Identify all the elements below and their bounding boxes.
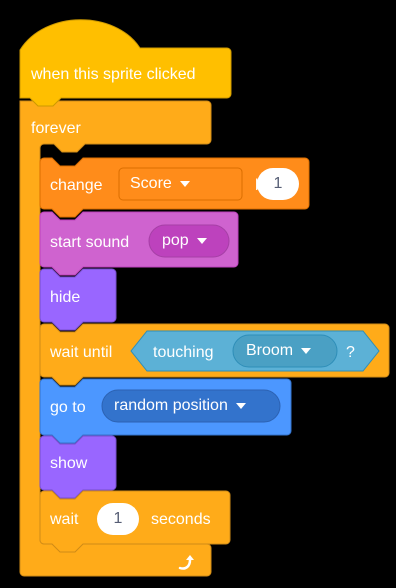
- dropdown-caret-icon: [179, 181, 190, 187]
- start-sound-label: start sound: [50, 234, 130, 251]
- wait-seconds-input[interactable]: 1: [97, 503, 139, 535]
- dropdown-caret-icon: [301, 348, 312, 354]
- hat-click-target[interactable]: [20, 20, 231, 98]
- show-label: show: [50, 455, 88, 472]
- change-amount-input[interactable]: 1: [257, 168, 299, 200]
- forever-label: forever: [31, 120, 81, 137]
- touching-target-dropdown[interactable]: Broom: [246, 335, 312, 367]
- go-to-target-value: random position: [114, 397, 228, 414]
- go-to-label: go to: [50, 399, 86, 416]
- question-mark-label: ?: [346, 344, 355, 361]
- seconds-label: seconds: [151, 511, 211, 528]
- sound-dropdown[interactable]: pop: [162, 225, 207, 257]
- go-to-target-dropdown[interactable]: random position: [114, 390, 246, 422]
- score-variable-value: Score: [130, 175, 172, 192]
- wait-until-label: wait until: [50, 344, 113, 361]
- hide-label: hide: [50, 289, 81, 306]
- touching-label: touching: [153, 344, 214, 361]
- dropdown-caret-icon: [196, 238, 207, 244]
- sound-value: pop: [162, 232, 189, 249]
- change-label: change: [50, 177, 103, 194]
- wait-label: wait: [50, 511, 79, 528]
- dropdown-caret-icon: [235, 403, 246, 409]
- touching-target-value: Broom: [246, 342, 294, 359]
- score-variable-dropdown[interactable]: Score: [130, 168, 190, 200]
